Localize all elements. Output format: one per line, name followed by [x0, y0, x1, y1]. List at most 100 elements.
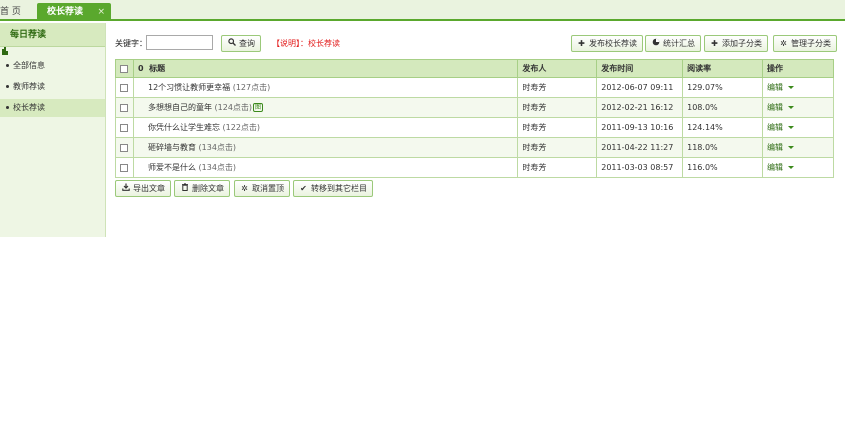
- row-checkbox[interactable]: [120, 143, 128, 152]
- untop-label: 取消置顶: [252, 184, 284, 193]
- note-text: 【说明】：校长荐读: [272, 39, 340, 48]
- delete-label: 删除文章: [192, 184, 224, 193]
- plus-icon: ✚: [711, 39, 718, 48]
- article-title-link[interactable]: 砸碎墙与教育: [148, 143, 196, 152]
- click-count: (124点击): [214, 103, 253, 112]
- bullet-icon: [6, 85, 9, 88]
- sidebar-item-label: 校长荐读: [13, 103, 45, 112]
- image-badge-icon: 图: [253, 103, 264, 112]
- publisher-cell: 时寿芳: [517, 97, 598, 118]
- sidebar-item-teacher[interactable]: 教师荐读: [0, 78, 105, 96]
- rate-cell: 116.0%: [682, 157, 764, 178]
- article-title-link[interactable]: 多想想自己的童年: [148, 103, 212, 112]
- table-row: 12个习惯让教师更幸福 (127点击) 时寿芳 2012-06-07 09:11…: [115, 77, 834, 98]
- add-subcategory-button[interactable]: ✚ 添加子分类: [704, 35, 768, 52]
- sidebar-item-label: 全部信息: [13, 61, 45, 70]
- close-icon[interactable]: ×: [97, 3, 105, 21]
- time-cell: 2012-06-07 09:11: [596, 77, 684, 98]
- sidebar-title: 每日荐读: [10, 30, 47, 40]
- sidebar-list: 全部信息 教师荐读 校长荐读: [0, 57, 105, 117]
- article-table: 0 标题 发布人 发布时间 阅读率 操作 12个习惯让教师更幸福 (127点击)…: [115, 59, 834, 178]
- bar-chart-icon: [2, 31, 8, 55]
- title-header: 0 标题: [132, 59, 519, 78]
- edit-link[interactable]: 编辑: [767, 143, 783, 152]
- edit-link[interactable]: 编辑: [767, 163, 783, 172]
- export-button[interactable]: 导出文章: [115, 180, 171, 197]
- publisher-cell: 时寿芳: [517, 157, 598, 178]
- delete-button[interactable]: 删除文章: [174, 180, 230, 197]
- time-header: 发布时间: [596, 59, 684, 78]
- row-checkbox[interactable]: [120, 163, 128, 172]
- sidebar-item-all[interactable]: 全部信息: [0, 57, 105, 75]
- row-checkbox[interactable]: [120, 103, 128, 112]
- time-cell: 2011-09-13 10:16: [596, 117, 684, 138]
- rate-cell: 118.0%: [682, 137, 764, 158]
- gear-icon: ✲: [780, 39, 787, 48]
- publish-button[interactable]: ✚ 发布校长荐读: [571, 35, 643, 52]
- time-cell: 2011-04-22 11:27: [596, 137, 684, 158]
- tab-home[interactable]: 首 页: [0, 3, 36, 21]
- table-header-row: 0 标题 发布人 发布时间 阅读率 操作: [115, 59, 834, 78]
- row-checkbox[interactable]: [120, 123, 128, 132]
- table-row: 师爱不是什么 (134点击) 时寿芳 2011-03-03 08:57 116.…: [115, 157, 834, 178]
- chevron-down-icon[interactable]: [788, 86, 795, 89]
- bullet-icon: [6, 64, 9, 67]
- article-title-link[interactable]: 你凭什么让学生难忘: [148, 123, 220, 132]
- trash-icon: [180, 181, 189, 196]
- untop-button[interactable]: ✲ 取消置顶: [234, 180, 290, 197]
- article-title-link[interactable]: 12个习惯让教师更幸福: [148, 83, 230, 92]
- select-all-checkbox[interactable]: [120, 64, 128, 73]
- stats-button[interactable]: 统计汇总: [645, 35, 701, 52]
- action-cell: 编辑: [762, 137, 834, 158]
- publisher-cell: 时寿芳: [517, 117, 598, 138]
- click-count: (134点击): [198, 143, 237, 152]
- add-sub-label: 添加子分类: [722, 39, 762, 48]
- chevron-down-icon[interactable]: [788, 166, 795, 169]
- chevron-down-icon[interactable]: [788, 126, 795, 129]
- download-icon: [121, 181, 130, 196]
- manage-subcategory-button[interactable]: ✲ 管理子分类: [773, 35, 837, 52]
- edit-link[interactable]: 编辑: [767, 83, 783, 92]
- action-cell: 编辑: [762, 97, 834, 118]
- edit-link[interactable]: 编辑: [767, 123, 783, 132]
- sidebar-item-principal[interactable]: 校长荐读: [0, 99, 105, 117]
- select-all-cell: [115, 59, 134, 78]
- action-cell: 编辑: [762, 117, 834, 138]
- export-label: 导出文章: [133, 184, 165, 193]
- edit-link[interactable]: 编辑: [767, 103, 783, 112]
- search-label: 查询: [239, 39, 255, 48]
- sidebar-item-label: 教师荐读: [13, 82, 45, 91]
- search-button[interactable]: 查询: [221, 35, 261, 52]
- publisher-cell: 时寿芳: [517, 137, 598, 158]
- move-label: 转移到其它栏目: [311, 184, 367, 193]
- table-row: 你凭什么让学生难忘 (122点击) 时寿芳 2011-09-13 10:16 1…: [115, 117, 834, 138]
- manage-sub-label: 管理子分类: [791, 39, 831, 48]
- publisher-header: 发布人: [517, 59, 598, 78]
- search-icon: [227, 36, 236, 51]
- pie-chart-icon: [651, 36, 660, 51]
- zero-label: 0: [137, 64, 144, 73]
- tab-principal-reading[interactable]: 校长荐读 ×: [37, 3, 111, 21]
- tab-label: 校长荐读: [47, 7, 84, 17]
- chevron-down-icon[interactable]: [788, 106, 795, 109]
- time-cell: 2011-03-03 08:57: [596, 157, 684, 178]
- rate-cell: 124.14%: [682, 117, 764, 138]
- publish-label: 发布校长荐读: [589, 39, 637, 48]
- action-cell: 编辑: [762, 77, 834, 98]
- toolbar: 关键字： 查询 【说明】：校长荐读 ✚ 发布校长荐读 统计汇总 ✚ 添加子分类 ✲ 管…: [115, 35, 837, 53]
- sidebar: 每日荐读 全部信息 教师荐读 校长荐读: [0, 23, 106, 237]
- title-header-label: 标题: [149, 64, 166, 73]
- click-count: (122点击): [222, 123, 261, 132]
- move-button[interactable]: ✔ 转移到其它栏目: [293, 180, 373, 197]
- stats-label: 统计汇总: [663, 39, 695, 48]
- table-row: 砸碎墙与教育 (134点击) 时寿芳 2011-04-22 11:27 118.…: [115, 137, 834, 158]
- chevron-down-icon[interactable]: [788, 146, 795, 149]
- keyword-input[interactable]: [146, 35, 213, 50]
- row-checkbox[interactable]: [120, 83, 128, 92]
- gear-icon: ✲: [241, 184, 248, 193]
- plus-icon: ✚: [578, 39, 585, 48]
- publisher-cell: 时寿芳: [517, 77, 598, 98]
- article-title-link[interactable]: 师爱不是什么: [148, 163, 196, 172]
- click-count: (127点击): [232, 83, 271, 92]
- time-cell: 2012-02-21 16:12: [596, 97, 684, 118]
